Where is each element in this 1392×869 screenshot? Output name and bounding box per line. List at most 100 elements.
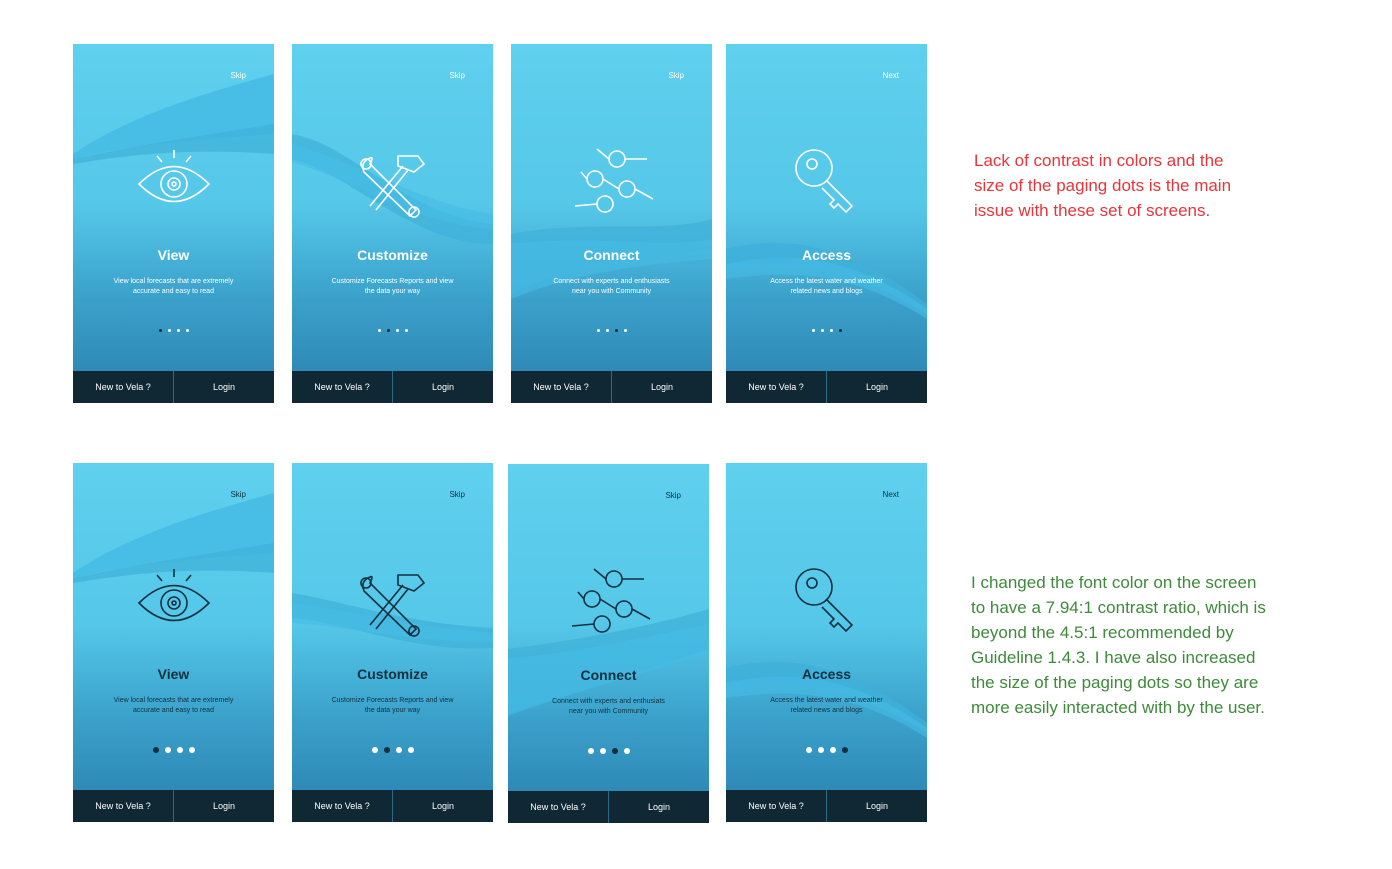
next-link[interactable]: Next: [883, 71, 899, 80]
screen-description: Connect with experts and enthusiasts near…: [553, 278, 670, 295]
onboarding-screen-customize-before: Skip Customize Customize Forecasts Repor…: [292, 44, 493, 403]
new-to-vela-button[interactable]: New to Vela ?: [726, 371, 826, 403]
paging-dot[interactable]: [167, 329, 171, 333]
paging-dot[interactable]: [383, 746, 390, 753]
paging-dots[interactable]: [292, 322, 493, 333]
paging-dot[interactable]: [623, 747, 630, 754]
screen-title: Connect: [580, 667, 637, 683]
paging-dot[interactable]: [599, 747, 606, 754]
onboarding-screen-view-before: Skip View View local forecasts that are …: [73, 44, 274, 403]
paging-dot[interactable]: [605, 329, 609, 333]
screen-description: Customize Forecasts Reports and view the …: [331, 697, 454, 714]
onboarding-screen-access-after: Next Access Access the latest water and …: [726, 463, 927, 822]
screen-title: View: [157, 247, 190, 263]
paging-dots[interactable]: [73, 322, 274, 333]
paging-dot[interactable]: [395, 329, 399, 333]
paging-dot[interactable]: [188, 746, 195, 753]
tools-icon: [359, 155, 425, 218]
new-to-vela-button[interactable]: New to Vela ?: [292, 790, 392, 822]
footer-bar: New to Vela ? Login: [511, 371, 712, 403]
login-button[interactable]: Login: [826, 371, 927, 403]
paging-dot[interactable]: [164, 746, 171, 753]
paging-dot[interactable]: [395, 746, 402, 753]
paging-dot[interactable]: [176, 746, 183, 753]
login-button[interactable]: Login: [173, 790, 274, 822]
new-to-vela-button[interactable]: New to Vela ?: [73, 790, 173, 822]
paging-dot[interactable]: [377, 329, 381, 333]
paging-dot[interactable]: [623, 329, 627, 333]
paging-dot[interactable]: [817, 746, 824, 753]
key-icon: [794, 149, 853, 214]
onboarding-screen-customize-after: Skip Customize Customize Forecasts Repor…: [292, 463, 493, 822]
paging-dot[interactable]: [158, 329, 162, 333]
paging-dot[interactable]: [596, 329, 600, 333]
paging-dots[interactable]: [726, 322, 927, 333]
login-button[interactable]: Login: [173, 371, 274, 403]
screen-title: Customize: [357, 247, 428, 263]
screen-description: Access the latest water and weather relat…: [770, 278, 883, 295]
footer-bar: New to Vela ? Login: [292, 790, 493, 822]
skip-link[interactable]: Skip: [230, 71, 246, 80]
new-to-vela-button[interactable]: New to Vela ?: [726, 790, 826, 822]
screen-title: View: [157, 666, 190, 682]
login-button[interactable]: Login: [392, 790, 493, 822]
paging-dot[interactable]: [805, 746, 812, 753]
new-to-vela-button[interactable]: New to Vela ?: [508, 791, 608, 823]
onboarding-screen-access-before: Next Access Access the latest water and …: [726, 44, 927, 403]
footer-bar: New to Vela ? Login: [508, 791, 709, 823]
screen-description: Access the latest water and weather relat…: [770, 697, 883, 714]
footer-bar: New to Vela ? Login: [73, 371, 274, 403]
login-button[interactable]: Login: [611, 371, 712, 403]
paging-dot[interactable]: [841, 746, 848, 753]
paging-dot[interactable]: [152, 746, 159, 753]
paging-dot[interactable]: [587, 747, 594, 754]
paging-dots[interactable]: [292, 741, 493, 753]
screen-description: View local forecasts that are extremely a…: [113, 278, 234, 295]
paging-dot[interactable]: [811, 329, 815, 333]
screen-description: View local forecasts that are extremely a…: [113, 697, 234, 714]
skip-link[interactable]: Skip: [449, 71, 465, 80]
tools-icon: [359, 574, 425, 637]
new-to-vela-button[interactable]: New to Vela ?: [292, 371, 392, 403]
paging-dot[interactable]: [838, 329, 842, 333]
screen-title: Access: [801, 666, 852, 682]
new-to-vela-button[interactable]: New to Vela ?: [511, 371, 611, 403]
login-button[interactable]: Login: [608, 791, 709, 823]
paging-dot[interactable]: [829, 746, 836, 753]
skip-link[interactable]: Skip: [665, 491, 681, 500]
screen-description: Customize Forecasts Reports and view the …: [331, 278, 454, 295]
paging-dots[interactable]: [73, 741, 274, 753]
footer-bar: New to Vela ? Login: [726, 371, 927, 403]
network-icon: [571, 568, 650, 633]
paging-dot[interactable]: [176, 329, 180, 333]
new-to-vela-button[interactable]: New to Vela ?: [73, 371, 173, 403]
note-after: I changed the font color on the screen t…: [971, 573, 1266, 717]
next-link[interactable]: Next: [883, 490, 899, 499]
footer-bar: New to Vela ? Login: [726, 790, 927, 822]
paging-dots[interactable]: [511, 322, 712, 333]
paging-dot[interactable]: [371, 746, 378, 753]
footer-bar: New to Vela ? Login: [292, 371, 493, 403]
login-button[interactable]: Login: [826, 790, 927, 822]
key-icon: [794, 568, 853, 633]
paging-dots[interactable]: [508, 742, 709, 754]
skip-link[interactable]: Skip: [449, 490, 465, 499]
paging-dot[interactable]: [185, 329, 189, 333]
paging-dot[interactable]: [820, 329, 824, 333]
skip-link[interactable]: Skip: [230, 490, 246, 499]
paging-dot[interactable]: [611, 747, 618, 754]
screen-title: Customize: [357, 666, 428, 682]
network-icon: [574, 148, 653, 213]
screen-title: Access: [801, 247, 852, 263]
screen-description: Connect with experts and enthusiats near …: [552, 698, 665, 715]
paging-dot[interactable]: [614, 329, 618, 333]
paging-dot[interactable]: [386, 329, 390, 333]
paging-dot[interactable]: [829, 329, 833, 333]
screen-title: Connect: [583, 247, 640, 263]
skip-link[interactable]: Skip: [668, 71, 684, 80]
paging-dot[interactable]: [404, 329, 408, 333]
note-before: Lack of contrast in colors and the size …: [974, 151, 1232, 220]
login-button[interactable]: Login: [392, 371, 493, 403]
paging-dots[interactable]: [726, 741, 927, 753]
paging-dot[interactable]: [407, 746, 414, 753]
